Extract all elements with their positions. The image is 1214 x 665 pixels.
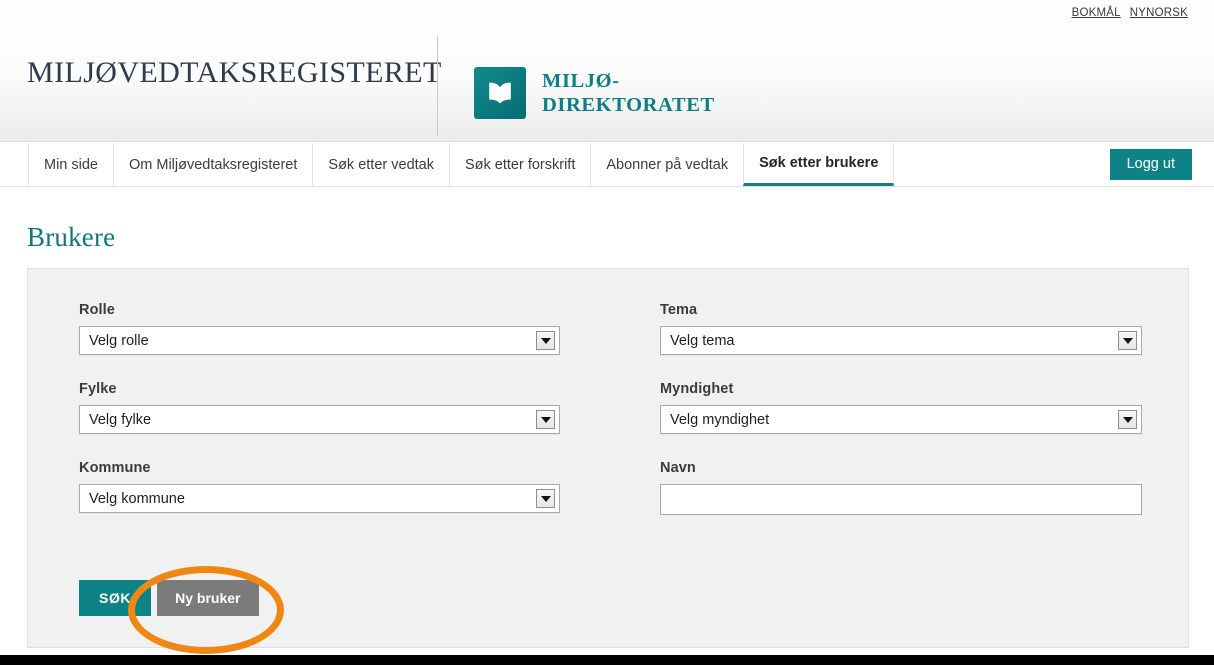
nav-item-sok-etter-brukere[interactable]: Søk etter brukere (743, 143, 895, 186)
new-user-button[interactable]: Ny bruker (157, 580, 259, 616)
field-navn: Navn (660, 460, 1142, 515)
nav-items: Min side Om Miljøvedtaksregisteret Søk e… (28, 143, 895, 186)
language-bar: BOKMÅL NYNORSK (0, 0, 1214, 26)
field-fylke: Fylke Velg fylke (79, 381, 560, 434)
page-title: Brukere (27, 222, 116, 252)
select-tema-value: Velg tema (670, 332, 735, 349)
brand-logo[interactable]: MILJØ- DIREKTORATET (474, 67, 715, 119)
select-rolle-value: Velg rolle (89, 332, 149, 349)
label-myndighet: Myndighet (660, 381, 734, 397)
select-fylke[interactable]: Velg fylke (79, 405, 560, 434)
chevron-down-icon[interactable] (536, 331, 555, 350)
chevron-down-icon[interactable] (1118, 410, 1137, 429)
search-form: Rolle Velg rolle Tema Velg tema Fylke Ve… (79, 302, 1142, 541)
form-actions: SØK Ny bruker (79, 580, 259, 616)
brand-line-1: MILJØ- (542, 70, 620, 92)
label-navn: Navn (660, 460, 696, 476)
main-navigation: Min side Om Miljøvedtaksregisteret Søk e… (0, 143, 1214, 187)
nav-item-min-side[interactable]: Min side (28, 143, 113, 186)
field-kommune: Kommune Velg kommune (79, 460, 560, 515)
label-rolle: Rolle (79, 302, 115, 318)
select-myndighet[interactable]: Velg myndighet (660, 405, 1142, 434)
navn-input[interactable] (660, 484, 1142, 515)
site-header: MILJØVEDTAKSREGISTERET MILJØ- DIREKTORAT… (0, 26, 1214, 142)
brand-line-2: DIREKTORATET (542, 94, 715, 116)
open-book-icon (474, 67, 526, 119)
brand-text: MILJØ- DIREKTORATET (542, 69, 715, 117)
label-kommune: Kommune (79, 460, 151, 476)
page-root: BOKMÅL NYNORSK MILJØVEDTAKSREGISTERET MI… (0, 0, 1214, 665)
search-button[interactable]: SØK (79, 580, 152, 616)
viewport-bottom-edge (0, 655, 1214, 665)
user-search-panel: Rolle Velg rolle Tema Velg tema Fylke Ve… (27, 268, 1189, 648)
nav-item-sok-etter-vedtak[interactable]: Søk etter vedtak (312, 143, 449, 186)
chevron-down-icon[interactable] (536, 410, 555, 429)
label-tema: Tema (660, 302, 698, 318)
site-title: MILJØVEDTAKSREGISTERET (27, 56, 442, 89)
chevron-down-icon[interactable] (1118, 331, 1137, 350)
nav-item-om-miljovedtaksregisteret[interactable]: Om Miljøvedtaksregisteret (113, 143, 313, 186)
label-fylke: Fylke (79, 381, 117, 397)
chevron-down-icon[interactable] (536, 489, 555, 508)
header-divider (437, 36, 438, 136)
nav-item-abonner-pa-vedtak[interactable]: Abonner på vedtak (590, 143, 744, 186)
lang-link-bokmal[interactable]: BOKMÅL (1072, 7, 1121, 19)
select-fylke-value: Velg fylke (89, 411, 152, 428)
lang-link-nynorsk[interactable]: NYNORSK (1130, 7, 1188, 19)
select-myndighet-value: Velg myndighet (670, 411, 770, 428)
nav-item-sok-etter-forskrift[interactable]: Søk etter forskrift (448, 143, 591, 186)
field-myndighet: Myndighet Velg myndighet (660, 381, 1142, 434)
logout-button[interactable]: Logg ut (1109, 148, 1192, 181)
field-tema: Tema Velg tema (660, 302, 1142, 355)
select-rolle[interactable]: Velg rolle (79, 326, 560, 355)
select-tema[interactable]: Velg tema (660, 326, 1142, 355)
select-kommune[interactable]: Velg kommune (79, 484, 560, 513)
nav-left-pad (0, 143, 28, 186)
field-rolle: Rolle Velg rolle (79, 302, 560, 355)
select-kommune-value: Velg kommune (89, 490, 185, 507)
